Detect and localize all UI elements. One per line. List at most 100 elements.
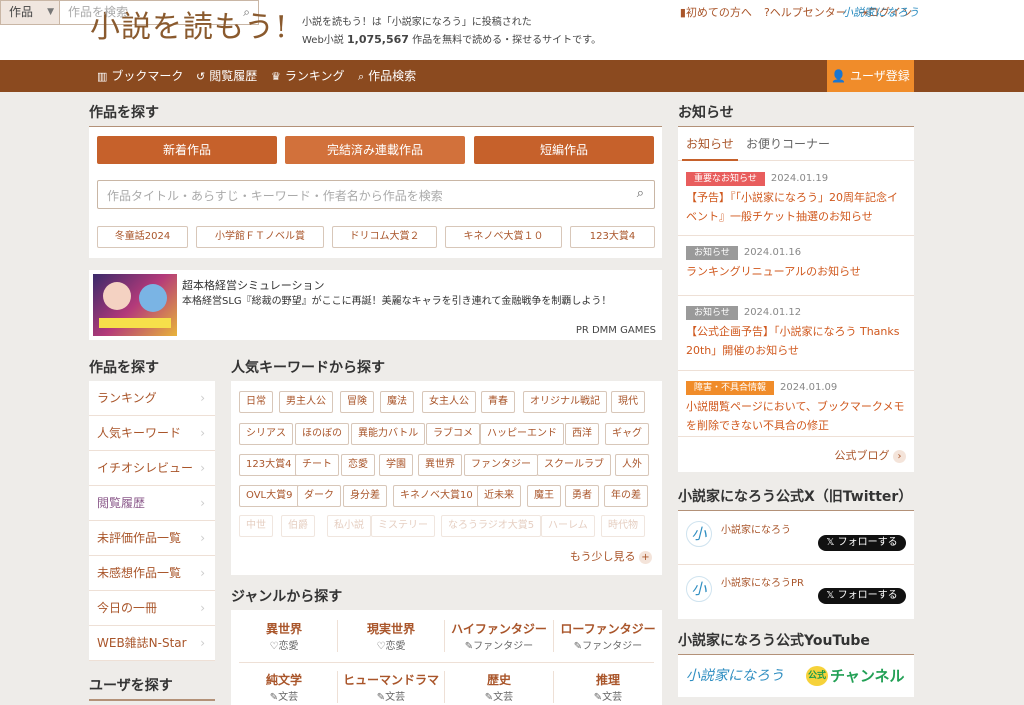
keyword-tag[interactable]: 時代物 <box>601 515 645 537</box>
keyword-tag[interactable]: 女主人公 <box>422 391 476 413</box>
keyword-tag[interactable]: ダーク <box>297 485 341 507</box>
sidebar-item-unrated[interactable]: 未評価作品一覧 › <box>89 521 215 556</box>
notice-item[interactable]: お知らせ 2024.01.12 【公式企画予告】「小説家になろう Thanks 2… <box>678 296 914 371</box>
genre-item[interactable]: 純文学 ✎文芸 <box>231 671 338 703</box>
genre-item[interactable]: 歴史 ✎文芸 <box>445 671 554 703</box>
event-tag[interactable]: 冬童話2024 <box>97 226 188 248</box>
header-search-input[interactable]: 作品を検索 ⌕ <box>60 1 258 24</box>
youtube-banner[interactable]: 小説家になろう 公式 チャンネル <box>678 655 914 697</box>
keyword-tag[interactable]: 異世界 <box>418 454 462 476</box>
account-name[interactable]: 小説家になろう <box>721 521 791 536</box>
keyword-tag[interactable]: なろうラジオ大賞5 <box>441 515 542 537</box>
event-tag[interactable]: 小学館ＦＴノベル賞 <box>196 226 324 248</box>
keyword-tag[interactable]: 私小説 <box>327 515 371 537</box>
keywords-more-link[interactable]: もう少し見る + <box>570 548 652 564</box>
help-center-link[interactable]: ?ヘルプセンター <box>764 4 847 20</box>
sidebar-item-ranking[interactable]: ランキング › <box>89 381 215 416</box>
keyword-tag[interactable]: 魔王 <box>527 485 561 507</box>
keyword-tag[interactable]: 学園 <box>379 454 413 476</box>
keyword-tag[interactable]: 魔法 <box>380 391 414 413</box>
event-tag[interactable]: キネノベ大賞１０ <box>445 226 562 248</box>
sidebar-item-history[interactable]: 閲覧履歴 › <box>89 486 215 521</box>
work-search-input[interactable]: 作品タイトル・あらすじ・キーワード・作者名から作品を検索 ⌕ <box>97 180 655 209</box>
keyword-tag[interactable]: 青春 <box>481 391 515 413</box>
keyword-tag[interactable]: 年の差 <box>604 485 648 507</box>
notice-item[interactable]: 障害・不具合情報 2024.01.09 小説閲覧ページにおいて、ブックマークメモを… <box>678 371 914 437</box>
sidebar-menu: ランキング › 人気キーワード › イチオシレビュー › 閲覧履歴 › 未評価作品一覧 ›… <box>89 381 215 661</box>
notice-list: 重要なお知らせ 2024.01.19 【予告】『「小説家になろう」20周年記念イベ… <box>678 162 914 437</box>
keyword-tag[interactable]: 冒険 <box>340 391 374 413</box>
nav-bookmark[interactable]: ▥ ブックマーク <box>97 60 183 92</box>
account-name[interactable]: 小説家になろうPR <box>721 574 804 589</box>
genre-item[interactable]: 推理 ✎文芸 <box>554 671 662 703</box>
ad-title: 超本格経営シミュレーション <box>182 279 325 292</box>
tab-letters[interactable]: お便りコーナー <box>744 127 832 161</box>
register-button[interactable]: 👤 ユーザ登録 <box>827 60 914 92</box>
follow-button[interactable]: 𝕏 フォローする <box>818 535 906 551</box>
tagline-line-2: Web小説 1,075,567 作品を無料で読める・探せるサイトです。 <box>302 31 601 49</box>
keyword-tag[interactable]: 伯爵 <box>281 515 315 537</box>
ad-banner[interactable]: 超本格経営シミュレーション 本格経営SLG『総裁の野望』がここに再誕！美麗なキャ… <box>89 270 662 340</box>
keyword-tag[interactable]: オリジナル戦記 <box>523 391 607 413</box>
sidebar-item-uncommented[interactable]: 未感想作品一覧 › <box>89 556 215 591</box>
event-tag[interactable]: ドリコム大賞２ <box>332 226 437 248</box>
chevron-right-icon: › <box>200 496 205 510</box>
notice-item[interactable]: 重要なお知らせ 2024.01.19 【予告】『「小説家になろう」20周年記念イベ… <box>678 162 914 236</box>
keyword-tag[interactable]: ハーレム <box>541 515 595 537</box>
keyword-tag[interactable]: ラブコメ <box>426 423 480 445</box>
completed-serials-button[interactable]: 完結済み連載作品 <box>285 136 465 164</box>
search-type-select[interactable]: 作品 ▼ <box>1 1 60 24</box>
nav-ranking[interactable]: ♛ ランキング <box>271 60 345 92</box>
keyword-tag[interactable]: 123大賞4 <box>239 454 299 476</box>
sidebar-item-keywords[interactable]: 人気キーワード › <box>89 416 215 451</box>
official-blog-link[interactable]: 公式ブログ › <box>835 447 906 463</box>
keyword-tag[interactable]: チート <box>295 454 339 476</box>
notice-item[interactable]: お知らせ 2024.01.16 ランキングリニューアルのお知らせ <box>678 236 914 296</box>
keyword-tag[interactable]: 中世 <box>239 515 273 537</box>
keyword-tag[interactable]: 西洋 <box>565 423 599 445</box>
keyword-tag[interactable]: 男主人公 <box>279 391 333 413</box>
short-works-button[interactable]: 短編作品 <box>474 136 654 164</box>
crown-icon: ♛ <box>271 70 281 83</box>
keyword-tag[interactable]: ハッピーエンド <box>480 423 564 445</box>
keyword-tag[interactable]: ギャグ <box>605 423 649 445</box>
keyword-tag[interactable]: ファンタジー <box>464 454 538 476</box>
user-icon: 👤 <box>831 69 847 83</box>
event-tag[interactable]: 123大賞4 <box>570 226 655 248</box>
genre-item[interactable]: ローファンタジー ✎ファンタジー <box>554 620 662 652</box>
genre-item[interactable]: 現実世界 ♡恋愛 <box>338 620 445 652</box>
search-icon[interactable]: ⌕ <box>637 186 644 201</box>
status-badge: お知らせ <box>686 246 738 260</box>
genre-item[interactable]: ハイファンタジー ✎ファンタジー <box>445 620 554 652</box>
nav-search[interactable]: ⌕ 作品検索 <box>358 60 416 92</box>
keyword-tag[interactable]: 身分差 <box>343 485 387 507</box>
keyword-tag[interactable]: シリアス <box>239 423 293 445</box>
keyword-tag[interactable]: 現代 <box>611 391 645 413</box>
keyword-tag[interactable]: 近未来 <box>477 485 521 507</box>
keyword-tag[interactable]: 恋愛 <box>341 454 375 476</box>
sidebar-item-nstar[interactable]: WEB雑誌N-Star › <box>89 626 215 661</box>
follow-button[interactable]: 𝕏 フォローする <box>818 588 906 604</box>
genre-item[interactable]: 異世界 ♡恋愛 <box>231 620 338 652</box>
genre-item[interactable]: ヒューマンドラマ ✎文芸 <box>338 671 445 703</box>
sidebar-item-reviews[interactable]: イチオシレビュー › <box>89 451 215 486</box>
sidebar-user-title: ユーザを探す <box>89 675 215 701</box>
sidebar-item-daily-book[interactable]: 今日の一冊 › <box>89 591 215 626</box>
header: 小説を読もう! 小説を読もう！は「小説家になろう」に投稿された Web小説 1,… <box>0 0 1024 60</box>
search-icon[interactable]: ⌕ <box>243 1 250 24</box>
keyword-tag[interactable]: OVL大賞9 <box>239 485 300 507</box>
tagline-line-1: 小説を読もう！は「小説家になろう」に投稿された <box>302 17 532 28</box>
keyword-tag[interactable]: キネノベ大賞10 <box>393 485 480 507</box>
keyword-tag[interactable]: ミステリー <box>371 515 435 537</box>
syosetu-brand-link[interactable]: 小説家になろう <box>842 4 919 20</box>
new-works-button[interactable]: 新着作品 <box>97 136 277 164</box>
first-time-link[interactable]: ▮初めての方へ <box>680 4 752 20</box>
tab-notices[interactable]: お知らせ <box>682 127 738 161</box>
keyword-tag[interactable]: 日常 <box>239 391 273 413</box>
keyword-tag[interactable]: ほのぼの <box>295 423 349 445</box>
keyword-tag[interactable]: 勇者 <box>565 485 599 507</box>
nav-history[interactable]: ↺ 閲覧履歴 <box>196 60 257 92</box>
keyword-tag[interactable]: 人外 <box>615 454 649 476</box>
keyword-tag[interactable]: 異能力バトル <box>351 423 426 445</box>
keyword-tag[interactable]: スクールラブ <box>537 454 611 476</box>
